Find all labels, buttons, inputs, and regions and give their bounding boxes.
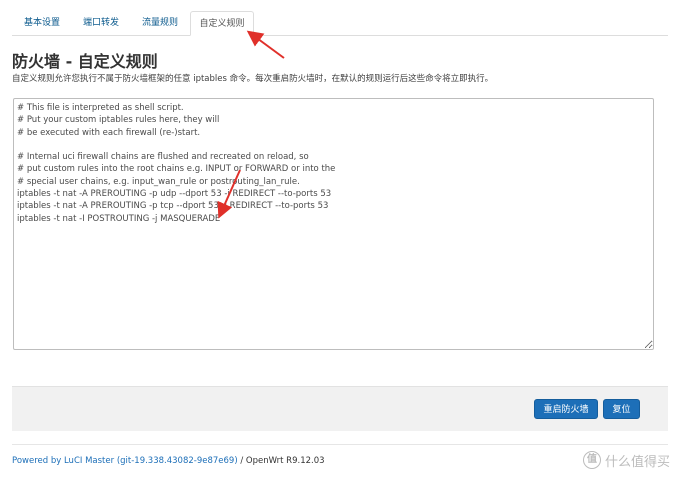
annotation-arrow-tab [246, 30, 285, 59]
page-description: 自定义规则允许您执行不属于防火墙框架的任意 iptables 命令。每次重启防火… [12, 74, 494, 84]
custom-rules-editor[interactable] [13, 98, 654, 350]
footer: Powered by LuCI Master (git-19.338.43082… [12, 456, 325, 466]
footer-divider [12, 444, 668, 445]
tab-basic-settings[interactable]: 基本设置 [12, 11, 72, 35]
luci-link[interactable]: Powered by LuCI Master (git-19.338.43082… [12, 456, 238, 466]
reset-button[interactable]: 复位 [603, 399, 640, 419]
openwrt-version: / OpenWrt R9.12.03 [237, 456, 325, 466]
watermark: 值 什么值得买 [582, 448, 670, 472]
tab-custom-rules[interactable]: 自定义规则 [190, 11, 254, 36]
page-title: 防火墙 - 自定义规则 [12, 52, 158, 71]
tab-bar: 基本设置 端口转发 流量规则 自定义规则 [12, 11, 668, 36]
tab-port-forwarding[interactable]: 端口转发 [72, 11, 130, 35]
restart-firewall-button[interactable]: 重启防火墙 [534, 399, 598, 419]
tab-traffic-rules[interactable]: 流量规则 [130, 11, 190, 35]
watermark-text: 什么值得买 [604, 454, 670, 470]
watermark-badge-icon: 值 [582, 451, 601, 469]
action-bar: 重启防火墙 复位 [12, 386, 668, 431]
